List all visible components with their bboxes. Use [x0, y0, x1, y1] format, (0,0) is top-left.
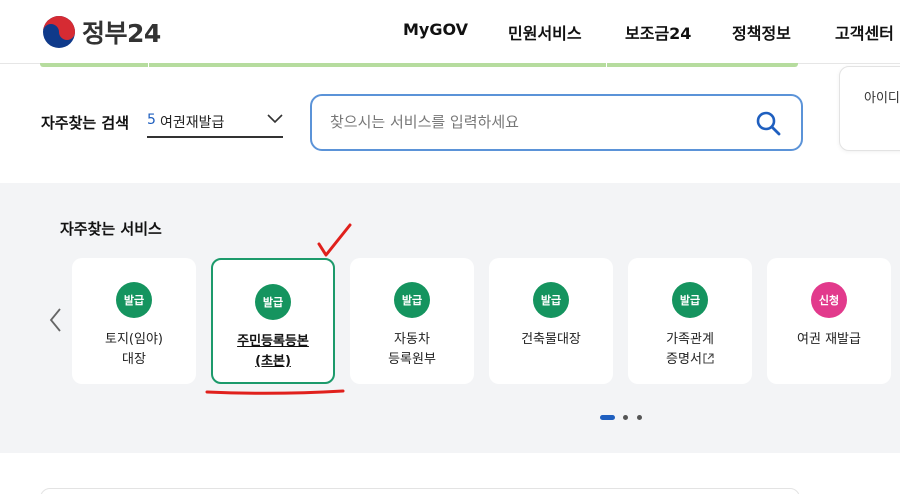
search-input[interactable]: [330, 108, 730, 136]
pagination-dot[interactable]: [637, 415, 642, 420]
nav-mygov[interactable]: MyGOV: [403, 20, 468, 39]
pagination-dot[interactable]: [623, 415, 628, 420]
service-label: 가족관계 증명서: [666, 332, 714, 367]
service-card-family-relation[interactable]: 발급 가족관계 증명서: [628, 258, 752, 384]
chevron-down-icon: [267, 114, 283, 124]
service-label: 자동차 등록원부: [388, 332, 436, 367]
apply-badge: 신청: [811, 282, 847, 318]
pagination-dot-active[interactable]: [600, 415, 615, 420]
external-link-icon: [703, 353, 714, 364]
section-title: 자주찾는 서비스: [60, 220, 162, 238]
banner-strip: [40, 63, 798, 67]
login-id-label[interactable]: 아이디: [864, 87, 900, 106]
frequent-search-label: 자주찾는 검색: [41, 114, 130, 132]
site-header: 정부24 MyGOV 민원서비스 보조금24 정책정보 고객센터: [0, 0, 900, 64]
issue-badge: 발급: [255, 284, 291, 320]
taegeuk-logo-icon: [43, 16, 75, 48]
chevron-left-icon[interactable]: [46, 307, 66, 333]
service-card-vehicle-register[interactable]: 발급 자동차 등록원부: [350, 258, 474, 384]
service-label: 주민등록등본 (초본): [237, 334, 309, 369]
frequent-search-dropdown[interactable]: 5 여권재발급: [147, 106, 283, 138]
nav-policy-info[interactable]: 정책정보: [732, 20, 791, 44]
site-logo[interactable]: 정부24: [42, 15, 161, 49]
nav-civil-services[interactable]: 민원서비스: [508, 20, 582, 44]
login-card: 아이디: [839, 66, 900, 151]
annotation-underline: [205, 389, 345, 395]
issue-badge: 발급: [394, 282, 430, 318]
service-card-land-register[interactable]: 발급 토지(임야) 대장: [72, 258, 196, 384]
annotation-checkmark-icon: [317, 223, 352, 257]
issue-badge: 발급: [116, 282, 152, 318]
issue-badge: 발급: [533, 282, 569, 318]
logo-text: 정부24: [82, 19, 161, 48]
service-label: 건축물대장: [521, 332, 581, 347]
service-label: 여권 재발급: [797, 332, 861, 347]
search-icon[interactable]: [755, 110, 781, 136]
nav-subsidy24[interactable]: 보조금24: [625, 20, 691, 44]
search-box: [310, 94, 803, 151]
frequent-services-section: 자주찾는 서비스 발급 토지(임야) 대장 발급 주민등록등본 (초본) 발급 …: [0, 183, 900, 453]
issue-badge: 발급: [672, 282, 708, 318]
nav-customer-center[interactable]: 고객센터: [835, 20, 894, 44]
select-rank-number: 5: [147, 112, 156, 128]
service-card-resident-registration[interactable]: 발급 주민등록등본 (초본): [211, 258, 335, 384]
bottom-card-edge: [40, 488, 800, 494]
service-card-building-register[interactable]: 발급 건축물대장: [489, 258, 613, 384]
service-label: 토지(임야) 대장: [105, 332, 163, 367]
select-value: 여권재발급: [160, 115, 225, 131]
service-card-passport-reissue[interactable]: 신청 여권 재발급: [767, 258, 891, 384]
